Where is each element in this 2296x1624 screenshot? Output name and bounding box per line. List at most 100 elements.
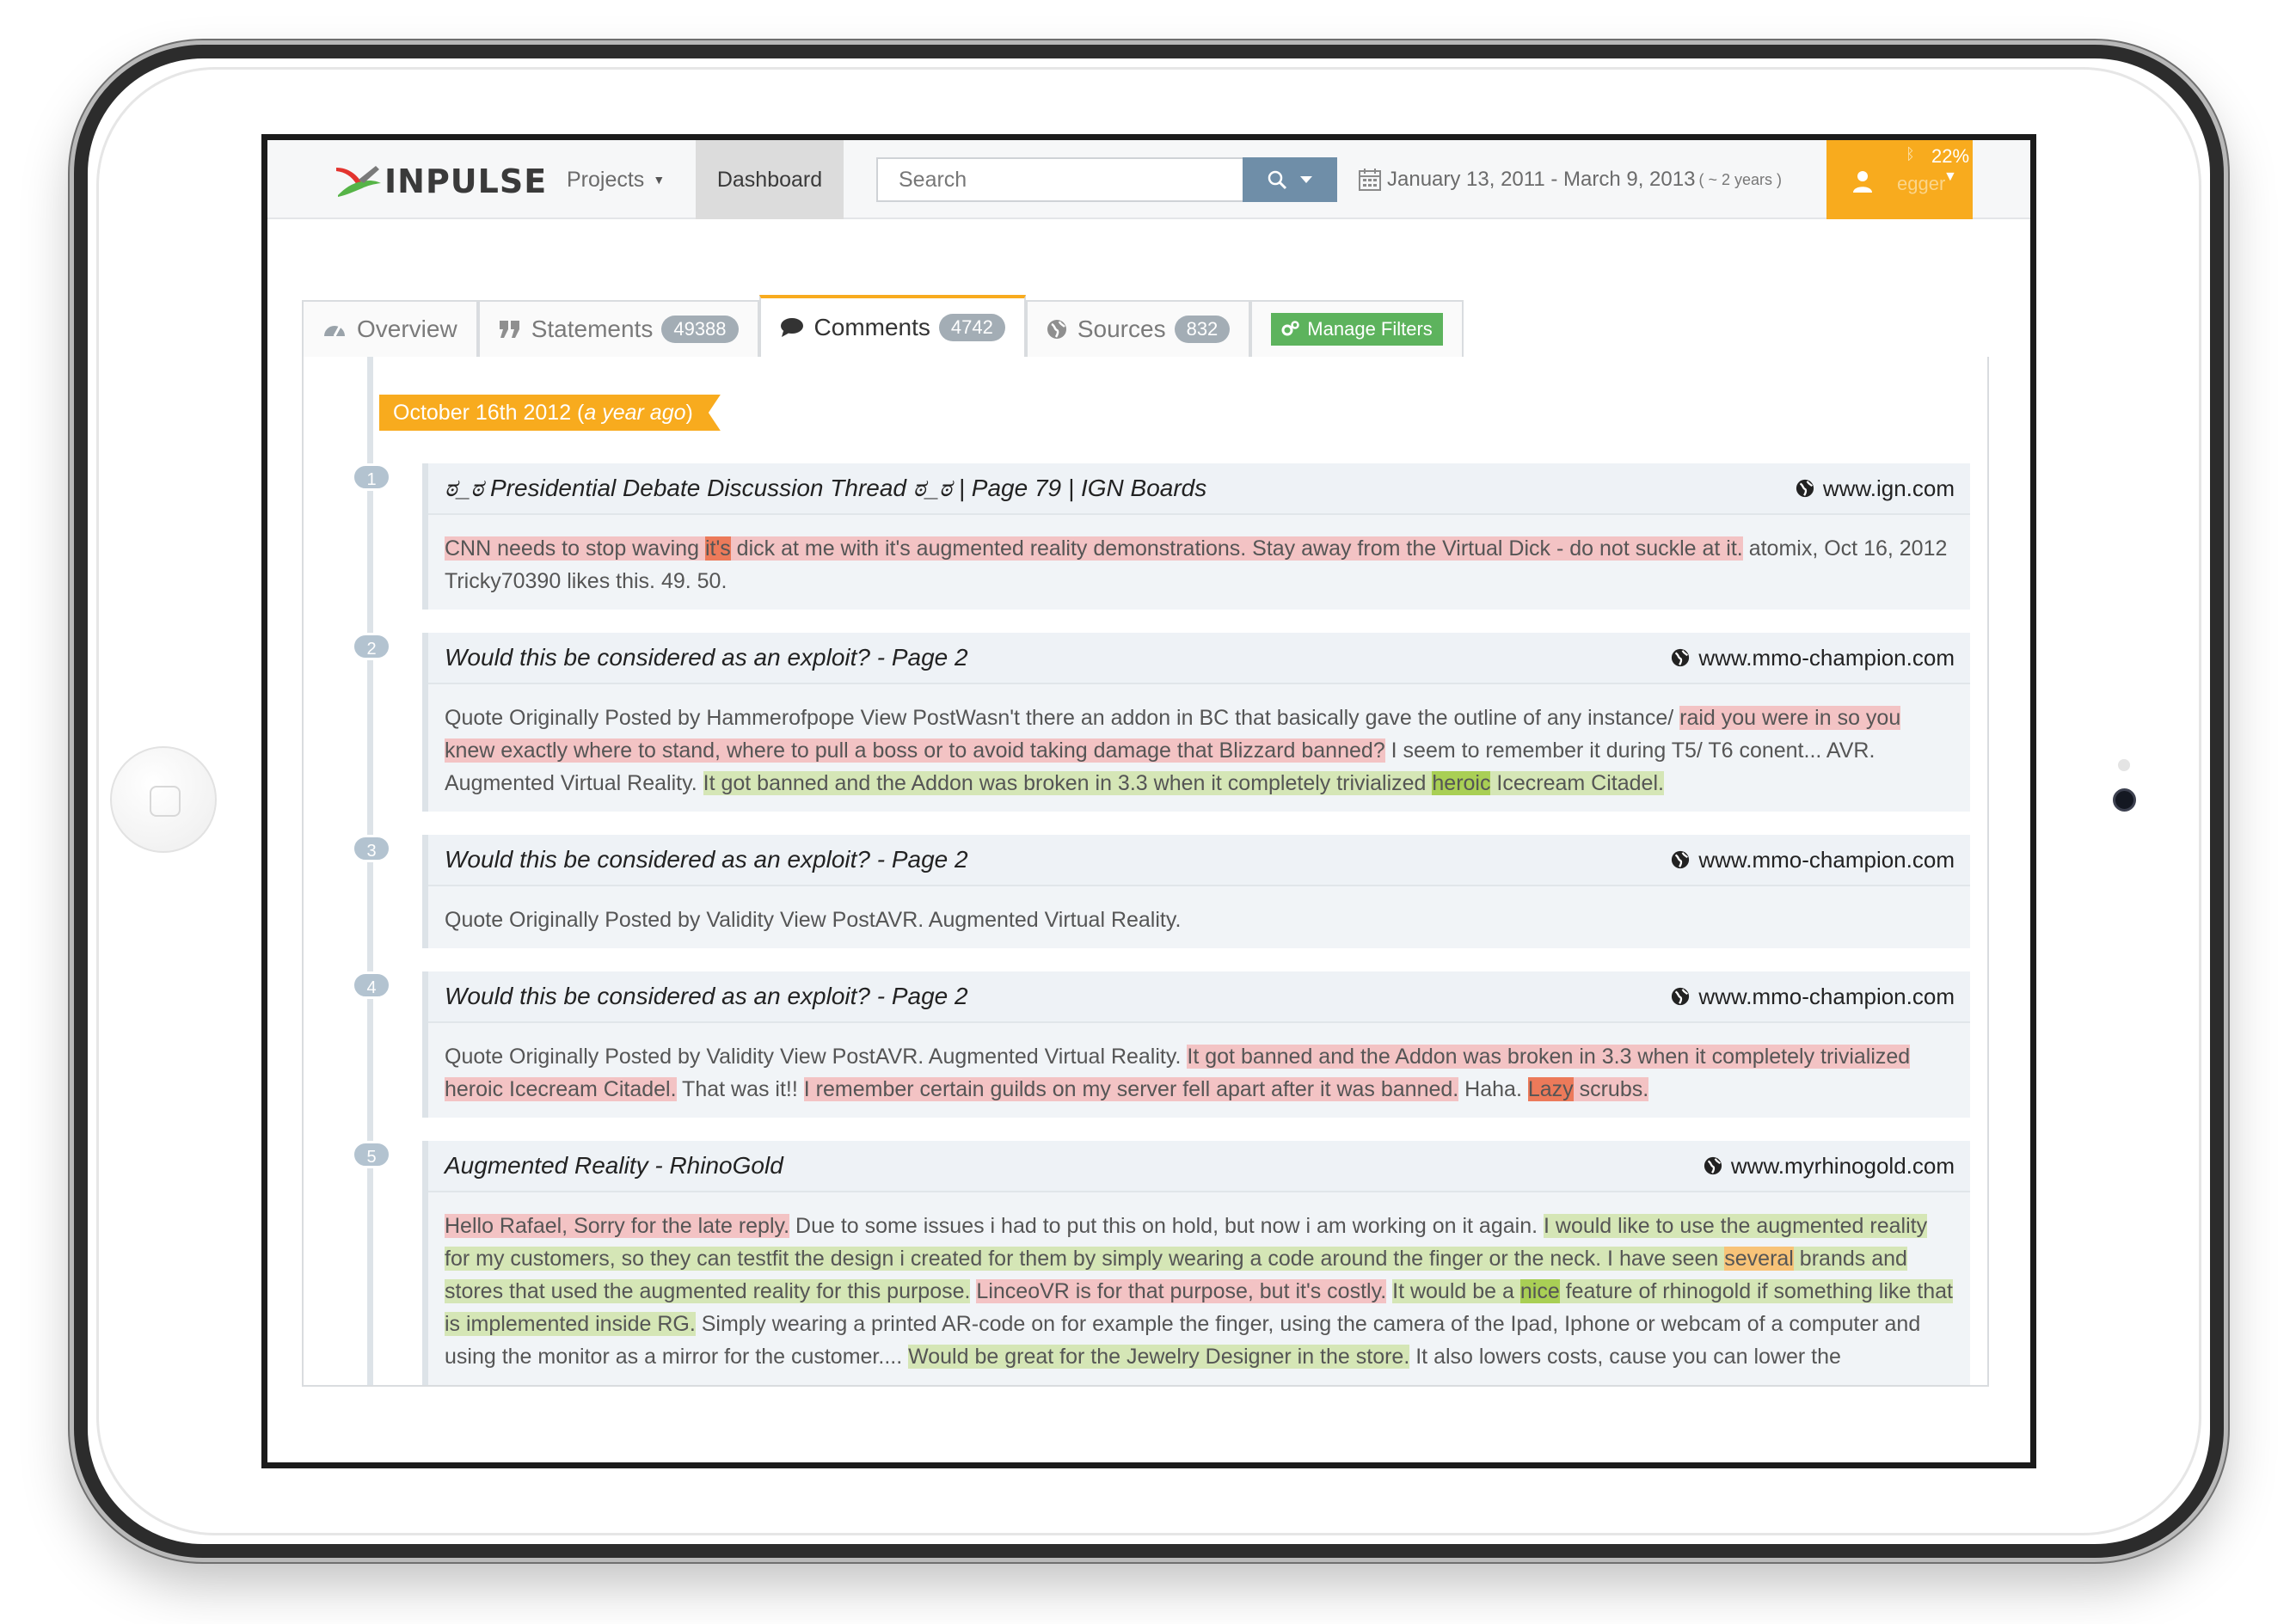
tablet-screen: INPULSE Projects ▼ Dashboard Search Janu… bbox=[261, 134, 2036, 1468]
comment-body: Quote Originally Posted by Validity View… bbox=[428, 886, 1970, 948]
sentiment-highlight-word-green: nice bbox=[1519, 1279, 1560, 1303]
tab-label: Statements bbox=[531, 316, 654, 342]
globe-icon bbox=[1672, 987, 1690, 1006]
top-navbar: INPULSE Projects ▼ Dashboard Search Janu… bbox=[267, 140, 2030, 219]
comment-body: Quote Originally Posted by Hammerofpope … bbox=[428, 684, 1970, 812]
globe-icon bbox=[1796, 479, 1814, 498]
screen-bottom-divider bbox=[383, 1464, 2036, 1467]
battery-level: 22% bbox=[1931, 145, 1970, 167]
sentiment-highlight-red: CNN needs to stop waving bbox=[445, 536, 705, 561]
comment-icon bbox=[780, 317, 804, 338]
comment-title[interactable]: ಠ_ಠ Presidential Debate Discussion Threa… bbox=[445, 475, 1206, 503]
comment-source[interactable]: www.ign.com bbox=[1796, 475, 1955, 502]
light-sensor bbox=[2118, 759, 2130, 771]
comment-text: Haha. bbox=[1458, 1077, 1528, 1101]
sentiment-highlight-green: It would be a bbox=[1392, 1279, 1520, 1303]
quote-icon bbox=[499, 320, 521, 339]
comment-title[interactable]: Would this be considered as an exploit? … bbox=[445, 983, 968, 1010]
entry-number-badge: 4 bbox=[352, 971, 391, 999]
tab-label: Sources bbox=[1077, 316, 1166, 342]
comment-card: Augmented Reality - RhinoGold www.myrhin… bbox=[422, 1141, 1970, 1385]
comment-header: Would this be considered as an exploit? … bbox=[428, 633, 1970, 684]
tab-statements[interactable]: Statements 49388 bbox=[477, 300, 759, 357]
date-range-text: January 13, 2011 - March 9, 2013 bbox=[1387, 168, 1696, 191]
comment-source[interactable]: www.mmo-champion.com bbox=[1671, 645, 1955, 671]
comment-source[interactable]: www.myrhinogold.com bbox=[1704, 1153, 1955, 1180]
sentiment-highlight-green: Icecream Citadel. bbox=[1490, 771, 1664, 795]
main-tabs: Overview Statements 49388 Comments 4742 … bbox=[302, 295, 1464, 359]
tab-overview[interactable]: Overview bbox=[302, 300, 478, 357]
comment-text: Quote Originally Posted by Validity View… bbox=[445, 908, 1182, 932]
bluetooth-icon: ᛒ bbox=[1906, 145, 1915, 162]
manage-filters-label: Manage Filters bbox=[1307, 318, 1433, 340]
search-input[interactable] bbox=[876, 157, 1243, 202]
tab-comments[interactable]: Comments 4742 bbox=[758, 295, 1026, 357]
comment-header: ಠ_ಠ Presidential Debate Discussion Threa… bbox=[428, 463, 1970, 515]
caret-down-icon: ▼ bbox=[653, 173, 666, 187]
home-button[interactable] bbox=[110, 746, 217, 853]
comment-card: Would this be considered as an exploit? … bbox=[422, 971, 1970, 1118]
caret-down-icon bbox=[1300, 176, 1312, 183]
sentiment-highlight-word-red: Lazy bbox=[1527, 1077, 1574, 1101]
user-icon bbox=[1853, 171, 1872, 193]
comment-title[interactable]: Would this be considered as an exploit? … bbox=[445, 644, 968, 671]
comment-body: Quote Originally Posted by Validity View… bbox=[428, 1023, 1970, 1118]
sentiment-highlight-red: LinceoVR is for that purpose, but it's c… bbox=[976, 1279, 1387, 1303]
source-domain: www.mmo-champion.com bbox=[1698, 846, 1955, 873]
entry-number-badge: 2 bbox=[352, 633, 391, 660]
globe-icon bbox=[1672, 648, 1690, 667]
app-logo[interactable]: INPULSE bbox=[333, 162, 547, 200]
count-badge: 49388 bbox=[661, 316, 739, 343]
comment-text: Due to some issues i had to put this on … bbox=[789, 1214, 1544, 1238]
user-menu[interactable]: ᛒ 22% egger ▼ bbox=[1826, 140, 1973, 219]
comment-title[interactable]: Would this be considered as an exploit? … bbox=[445, 846, 968, 873]
sentiment-highlight-green: It got banned and the Addon was broken i… bbox=[703, 771, 1433, 795]
timeline-line bbox=[367, 357, 373, 1385]
sentiment-highlight-word-orange: several bbox=[1724, 1247, 1794, 1271]
caret-down-icon: ▼ bbox=[1943, 169, 1957, 184]
dashboard-label: Dashboard bbox=[716, 167, 823, 192]
search-button[interactable] bbox=[1243, 157, 1337, 202]
comment-text: Quote Originally Posted by Validity View… bbox=[445, 1045, 1188, 1069]
search-icon bbox=[1268, 170, 1287, 190]
date-label: October 16th 2012 bbox=[393, 401, 572, 425]
comment-header: Would this be considered as an exploit? … bbox=[428, 971, 1970, 1023]
source-domain: www.ign.com bbox=[1822, 475, 1955, 501]
comment-source[interactable]: www.mmo-champion.com bbox=[1671, 847, 1955, 873]
sentiment-highlight-red: I remember certain guilds on my server f… bbox=[803, 1077, 1459, 1101]
manage-filters-button[interactable]: Manage Filters bbox=[1271, 313, 1443, 346]
comment-text: It also lowers costs, cause you can lowe… bbox=[1409, 1345, 1841, 1369]
comment-text: Quote Originally Posted by Hammerofpope … bbox=[445, 706, 1680, 730]
projects-dropdown[interactable]: Projects ▼ bbox=[567, 140, 665, 219]
sentiment-highlight-red: dick at me with it's augmented reality d… bbox=[730, 536, 1743, 561]
sentiment-highlight-red: Hello Rafael, Sorry for the late reply. bbox=[445, 1214, 790, 1238]
dashboard-nav-button[interactable]: Dashboard bbox=[696, 140, 844, 219]
comment-card: Would this be considered as an exploit? … bbox=[422, 633, 1970, 812]
comment-body: Hello Rafael, Sorry for the late reply. … bbox=[428, 1192, 1970, 1385]
logo-text: INPULSE bbox=[384, 162, 548, 200]
entry-number-badge: 1 bbox=[352, 463, 391, 491]
globe-icon bbox=[1047, 319, 1067, 340]
tab-sources[interactable]: Sources 832 bbox=[1025, 300, 1251, 357]
comment-header: Would this be considered as an exploit? … bbox=[428, 835, 1970, 886]
username: egger bbox=[1897, 173, 1946, 194]
globe-icon bbox=[1672, 850, 1690, 869]
logo-mark-icon bbox=[336, 166, 381, 197]
tab-label: Overview bbox=[357, 316, 457, 342]
gears-icon bbox=[1281, 321, 1300, 336]
source-domain: www.mmo-champion.com bbox=[1698, 983, 1955, 1009]
source-domain: www.myrhinogold.com bbox=[1730, 1152, 1955, 1179]
front-camera bbox=[2113, 788, 2136, 812]
calendar-icon bbox=[1359, 169, 1381, 191]
home-button-icon bbox=[150, 786, 181, 817]
dashboard-icon bbox=[322, 319, 347, 340]
globe-icon bbox=[1704, 1156, 1722, 1175]
comment-title[interactable]: Augmented Reality - RhinoGold bbox=[445, 1152, 783, 1180]
tab-label: Comments bbox=[813, 314, 930, 340]
comment-source[interactable]: www.mmo-champion.com bbox=[1671, 984, 1955, 1010]
sentiment-highlight-word-red: it's bbox=[704, 536, 731, 561]
source-domain: www.mmo-champion.com bbox=[1698, 644, 1955, 671]
comments-panel: October 16th 2012 (a year ago) 1 ಠ_ಠ Pre… bbox=[302, 357, 1989, 1387]
entry-number-badge: 5 bbox=[352, 1141, 391, 1168]
date-range-picker[interactable]: January 13, 2011 - March 9, 2013 ( ~ 2 y… bbox=[1358, 140, 1782, 219]
